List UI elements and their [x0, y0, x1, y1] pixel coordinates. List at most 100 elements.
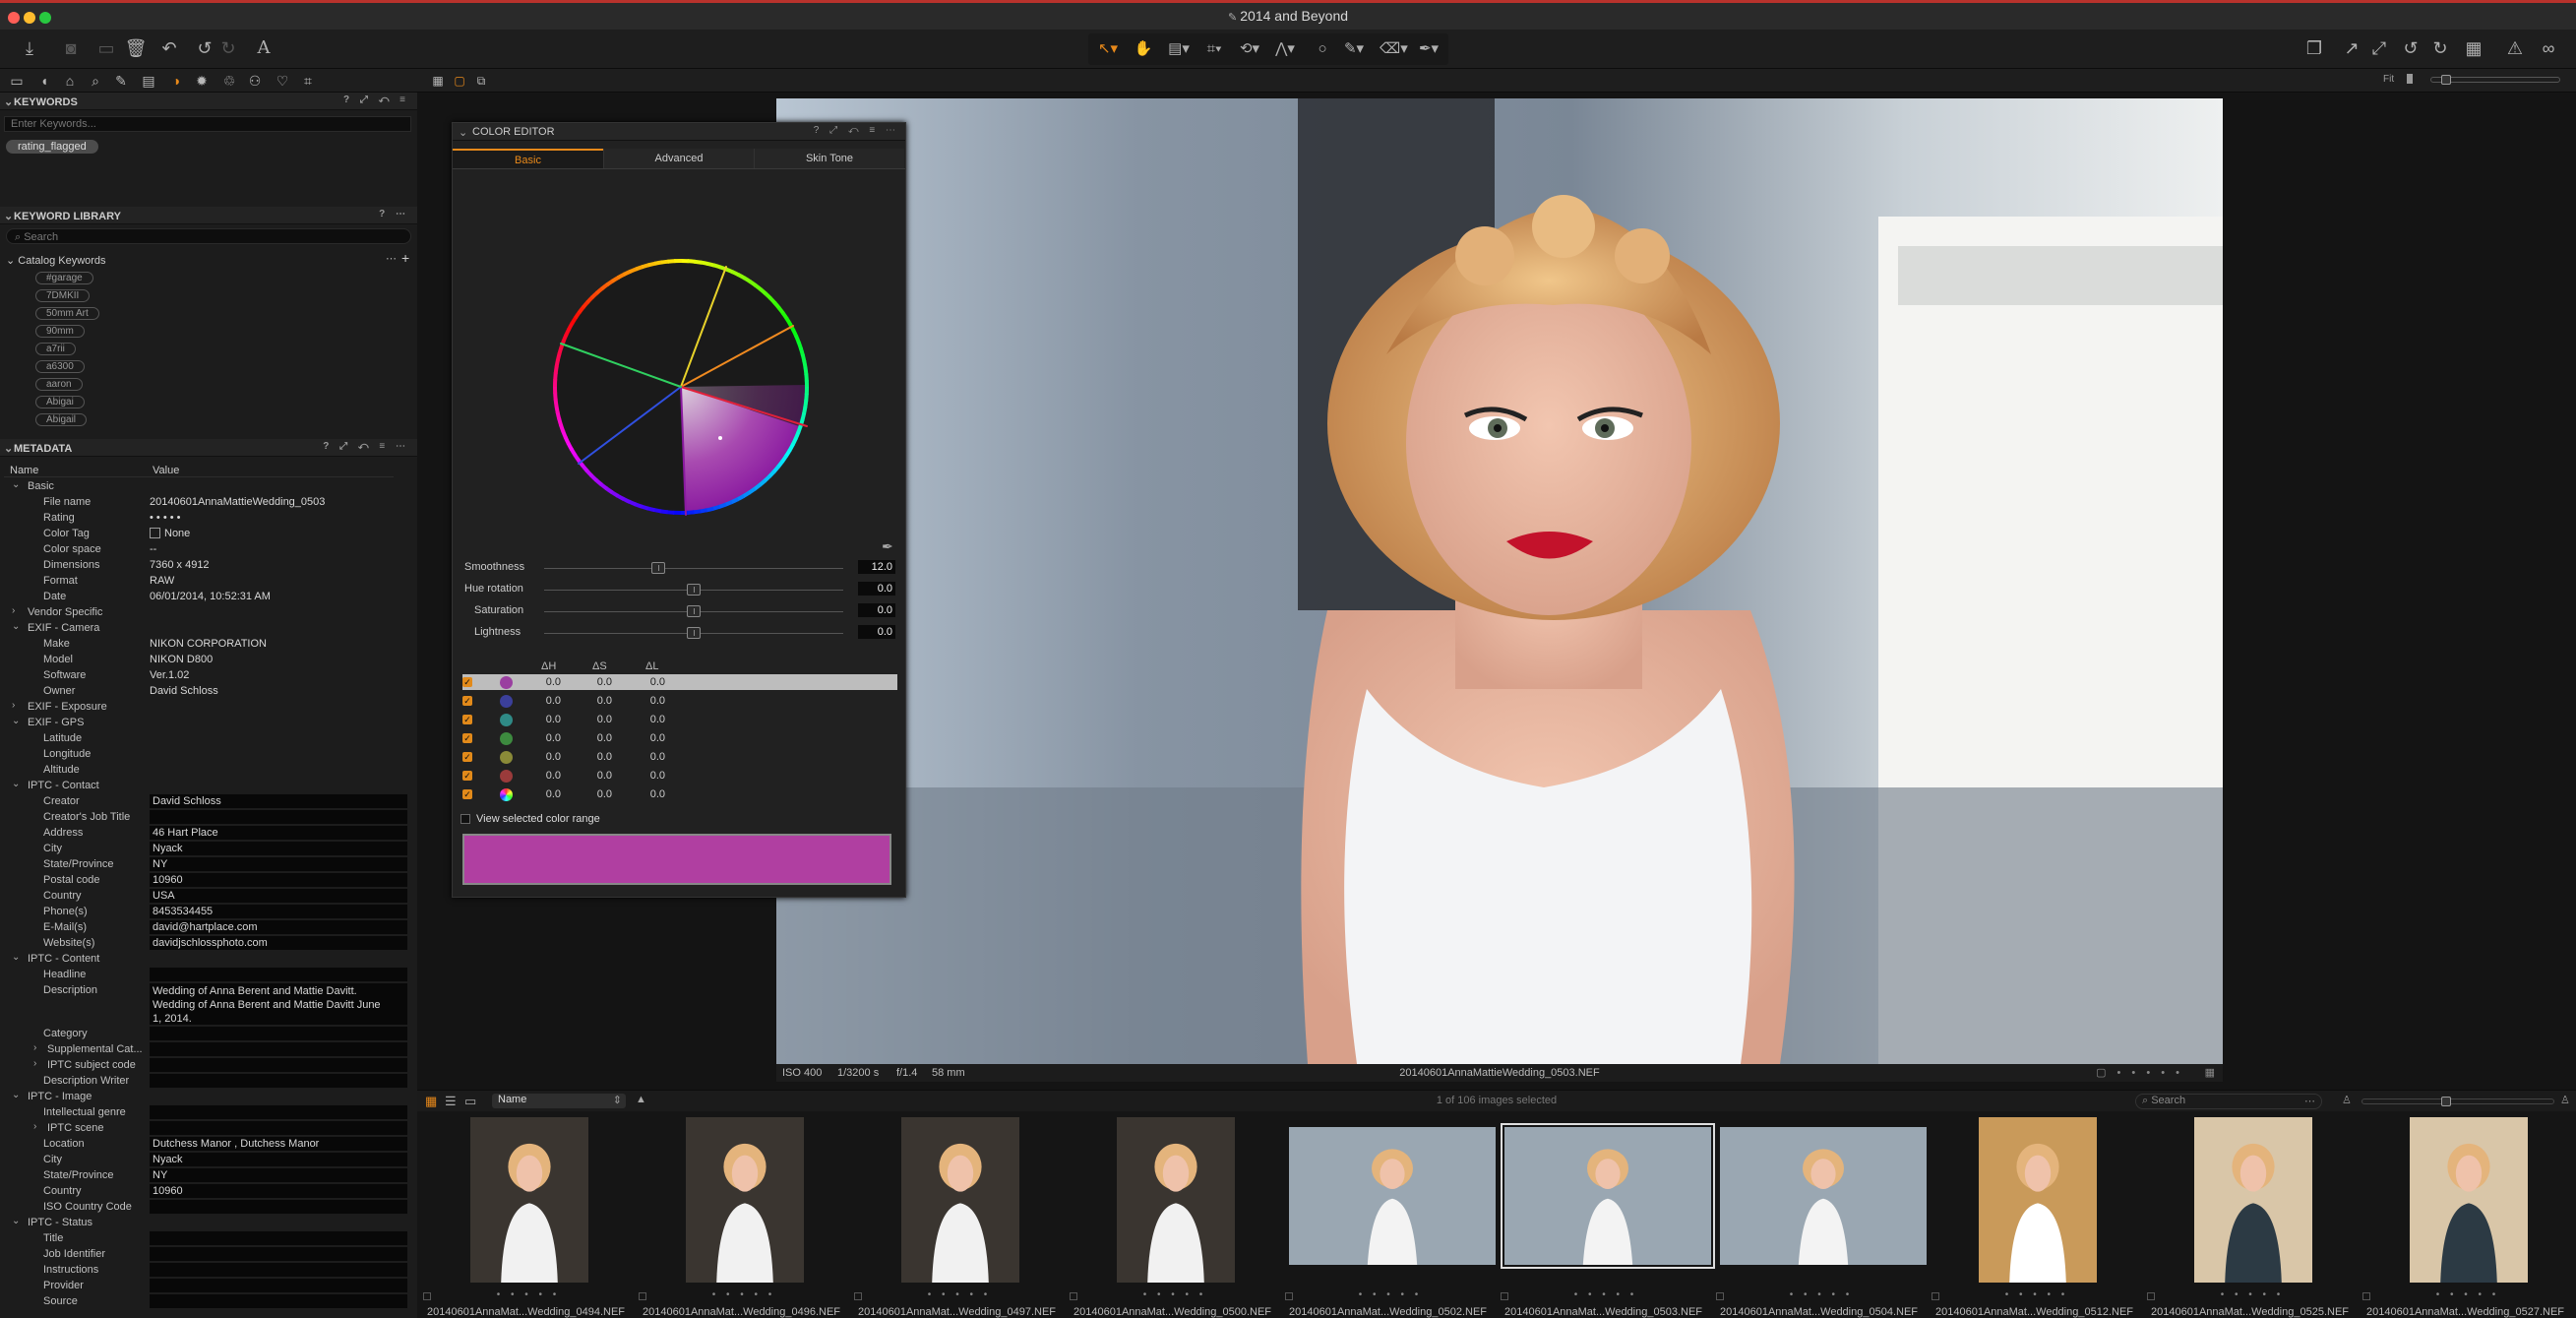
metadata-row[interactable]: Provider — [0, 1278, 417, 1293]
large-thumb-icon[interactable]: ♙ — [2560, 1094, 2570, 1106]
thumbnail[interactable]: • • • • • 20140601AnnaMat...Wedding_0497.… — [852, 1113, 1067, 1318]
thumbnail-image[interactable] — [2194, 1117, 2312, 1283]
chevron-down-icon[interactable]: ⌄ — [12, 479, 20, 490]
metadata-row[interactable]: Website(s) davidjschlossphoto.com — [0, 935, 417, 951]
collapse-icon[interactable]: ⌄ — [4, 95, 14, 108]
thumbnail-checkbox[interactable] — [854, 1292, 862, 1300]
styles-tab-icon[interactable]: ⚇ — [246, 72, 264, 90]
metadata-row[interactable]: Country 10960 — [0, 1183, 417, 1199]
reset-icon[interactable]: ↶ — [157, 36, 181, 60]
pan-tool-icon[interactable]: ✋▾ — [1132, 37, 1155, 81]
color-editor-header[interactable]: ⌄ COLOR EDITOR ? ⤢ ↶ ≡ ⋯ — [453, 123, 905, 141]
thumbnail-checkbox[interactable] — [2147, 1292, 2155, 1300]
glasses-icon[interactable]: ∞ — [2537, 36, 2560, 60]
metadata-row[interactable]: Country USA — [0, 888, 417, 904]
keyword-library-item[interactable]: aaron — [35, 378, 83, 391]
range-checkbox[interactable]: ✓ — [462, 752, 472, 762]
metadata-row[interactable]: Color Tag None — [0, 526, 417, 541]
thumbnail-rating[interactable]: • • • • • — [866, 1289, 1053, 1300]
collapse-icon[interactable]: ⌄ — [459, 126, 467, 139]
thumbnail-image[interactable] — [1117, 1117, 1235, 1283]
keywords-header[interactable]: ⌄KEYWORDS ? ⤢ ↶ ≡ — [0, 93, 417, 110]
range-color-dot[interactable] — [500, 695, 513, 708]
thumbnail-checkbox[interactable] — [423, 1292, 431, 1300]
warning-icon[interactable]: ⚠ — [2503, 36, 2527, 60]
thumbnail-checkbox[interactable] — [639, 1292, 646, 1300]
thumbnail[interactable]: • • • • • 20140601AnnaMat...Wedding_0527.… — [2361, 1113, 2575, 1318]
collapse-icon[interactable]: ⌄ — [4, 210, 14, 222]
metadata-row[interactable]: Date 06/01/2014, 10:52:31 AM — [0, 589, 417, 604]
metadata-row[interactable]: Altitude — [0, 762, 417, 778]
thumbnail-image[interactable] — [901, 1117, 1019, 1283]
metadata-value[interactable] — [150, 1105, 407, 1119]
metadata-row[interactable]: Intellectual genre — [0, 1104, 417, 1120]
crop-tool-icon[interactable]: ⌗▾ — [1202, 37, 1226, 61]
chevron-right-icon[interactable]: › — [33, 1042, 36, 1053]
keyword-library-item[interactable]: a6300 — [35, 360, 85, 373]
slider-value[interactable]: 0.0 — [858, 582, 895, 596]
thumbnail[interactable]: • • • • • 20140601AnnaMat...Wedding_0502.… — [1283, 1113, 1498, 1318]
metadata-row[interactable]: Rating • • • • • — [0, 510, 417, 526]
metadata-value[interactable]: Dutchess Manor , Dutchess Manor — [150, 1137, 407, 1151]
stack-icon[interactable]: ❐ — [2302, 36, 2326, 60]
slider-value[interactable]: 12.0 — [858, 560, 895, 574]
keyword-library-item[interactable]: 90mm — [35, 325, 85, 338]
thumbnail-rating[interactable]: • • • • • — [1081, 1289, 1268, 1300]
crop-tab-icon[interactable]: ⌗ — [299, 72, 317, 90]
metadata-group-row[interactable]: › IPTC subject code — [0, 1057, 417, 1073]
range-checkbox[interactable]: ✓ — [462, 771, 472, 781]
collapse-icon[interactable]: ⌄ — [4, 442, 14, 455]
range-checkbox[interactable]: ✓ — [462, 789, 472, 799]
thumbnail-image[interactable] — [1979, 1117, 2097, 1283]
import-icon[interactable]: ⤓ — [18, 36, 41, 60]
thumbnail[interactable]: • • • • • 20140601AnnaMat...Wedding_0525.… — [2145, 1113, 2360, 1318]
metadata-row[interactable]: Description Wedding of Anna Berent and Ma… — [0, 982, 417, 1026]
adjust-tab-icon[interactable]: ✎ — [112, 72, 130, 90]
metadata-value[interactable] — [150, 1058, 407, 1072]
search-options-icon[interactable]: ⋯ — [2304, 1095, 2315, 1107]
slider-hue-rotation[interactable]: Hue rotation 0.0 — [464, 582, 897, 597]
color-range-row[interactable]: ✓ 0.0 0.0 0.0 — [462, 712, 897, 727]
thumbnail-checkbox[interactable] — [1285, 1292, 1293, 1300]
slider-smoothness[interactable]: Smoothness 12.0 — [464, 560, 897, 576]
color-range-row[interactable]: ✓ 0.0 0.0 0.0 — [462, 730, 897, 746]
metadata-row[interactable]: Address 46 Hart Place — [0, 825, 417, 841]
thumbnail-checkbox[interactable] — [1501, 1292, 1508, 1300]
capture-tab-icon[interactable]: ◖ — [35, 72, 53, 90]
thumbnail-image[interactable] — [1501, 1123, 1715, 1269]
metadata-row[interactable]: Dimensions 7360 x 4912 — [0, 557, 417, 573]
main-photo[interactable] — [776, 98, 2223, 1064]
rotate-tool-icon[interactable]: ⟲▾ — [1238, 37, 1261, 61]
thumbnail-image[interactable] — [686, 1117, 804, 1283]
single-view-icon[interactable]: ▢ — [451, 72, 468, 90]
metadata-row[interactable]: Source — [0, 1293, 417, 1309]
viewer-rating[interactable]: ▢ • • • • • — [2096, 1066, 2183, 1079]
metadata-row[interactable]: Creator David Schloss — [0, 793, 417, 809]
thumbnail-image[interactable] — [1289, 1127, 1496, 1265]
chevron-down-icon[interactable]: ⌄ — [12, 621, 20, 632]
color-wheel[interactable] — [535, 241, 827, 533]
keywords-input[interactable] — [4, 116, 411, 132]
metadata-value[interactable] — [150, 1200, 407, 1214]
eyedropper-icon[interactable]: ✒ — [882, 538, 893, 555]
thumbnail-checkbox[interactable] — [2362, 1292, 2370, 1300]
lens-tab-icon[interactable]: ⌂ — [61, 72, 79, 90]
more-icon[interactable]: ⋯ — [386, 252, 397, 265]
metadata-value[interactable] — [150, 1279, 407, 1292]
metadata-value[interactable]: david@hartplace.com — [150, 920, 407, 934]
panel-options-icon[interactable]: ? ⤢ ↶ ≡ — [343, 94, 409, 105]
color-range-row[interactable]: ✓ 0.0 0.0 0.0 — [462, 674, 897, 690]
chevron-right-icon[interactable]: › — [12, 605, 15, 616]
thumbnail-rating[interactable]: • • • • • — [2374, 1289, 2561, 1300]
metadata-value[interactable]: Nyack — [150, 1153, 407, 1166]
metadata-group-row[interactable]: ⌄ IPTC - Image — [0, 1089, 417, 1104]
metadata-value[interactable]: NY — [150, 1168, 407, 1182]
expand-icon[interactable]: ↗ — [2340, 36, 2363, 60]
metadata-group-row[interactable]: ⌄ IPTC - Contact — [0, 778, 417, 793]
range-color-dot[interactable] — [500, 714, 513, 726]
color-range-row[interactable]: ✓ 0.0 0.0 0.0 — [462, 786, 897, 802]
range-color-dot[interactable] — [500, 788, 513, 801]
metadata-row[interactable]: Job Identifier — [0, 1246, 417, 1262]
library-tab-icon[interactable]: ▭ — [8, 72, 26, 90]
thumbnail[interactable]: • • • • • 20140601AnnaMat...Wedding_0504.… — [1714, 1113, 1929, 1318]
